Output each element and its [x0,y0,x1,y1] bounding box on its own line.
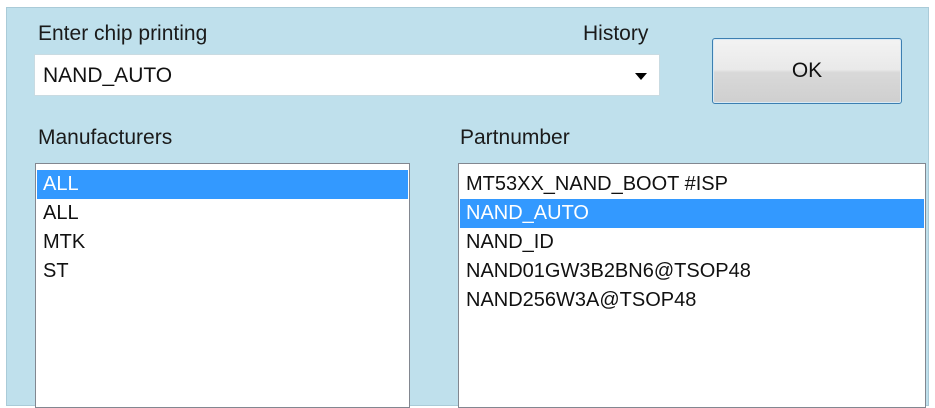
list-item[interactable]: ST [37,257,408,286]
partnumber-listbox[interactable]: MT53XX_NAND_BOOT #ISP NAND_AUTO NAND_ID … [458,163,926,408]
partnumber-items: MT53XX_NAND_BOOT #ISP NAND_AUTO NAND_ID … [460,170,924,315]
ok-button[interactable]: OK [712,38,902,104]
list-item[interactable]: ALL [37,199,408,228]
manufacturers-label: Manufacturers [38,126,173,149]
partnumber-label: Partnumber [460,126,570,149]
manufacturers-listbox[interactable]: ALL ALL MTK ST [35,163,410,408]
chip-printing-value: NAND_AUTO [43,64,173,87]
chip-printing-combobox[interactable]: NAND_AUTO [34,54,660,96]
list-item[interactable]: NAND_AUTO [460,199,924,228]
list-item[interactable]: ALL [37,170,408,199]
list-item[interactable]: MTK [37,228,408,257]
chip-select-dialog: Enter chip printing History NAND_AUTO OK… [6,7,929,408]
list-item[interactable]: MT53XX_NAND_BOOT #ISP [460,170,924,199]
history-label: History [583,22,649,45]
chevron-down-icon[interactable] [635,73,647,80]
list-item[interactable]: NAND256W3A@TSOP48 [460,286,924,315]
manufacturers-items: ALL ALL MTK ST [37,170,408,286]
list-item[interactable]: NAND01GW3B2BN6@TSOP48 [460,257,924,286]
list-item[interactable]: NAND_ID [460,228,924,257]
chip-printing-label: Enter chip printing [38,22,208,45]
